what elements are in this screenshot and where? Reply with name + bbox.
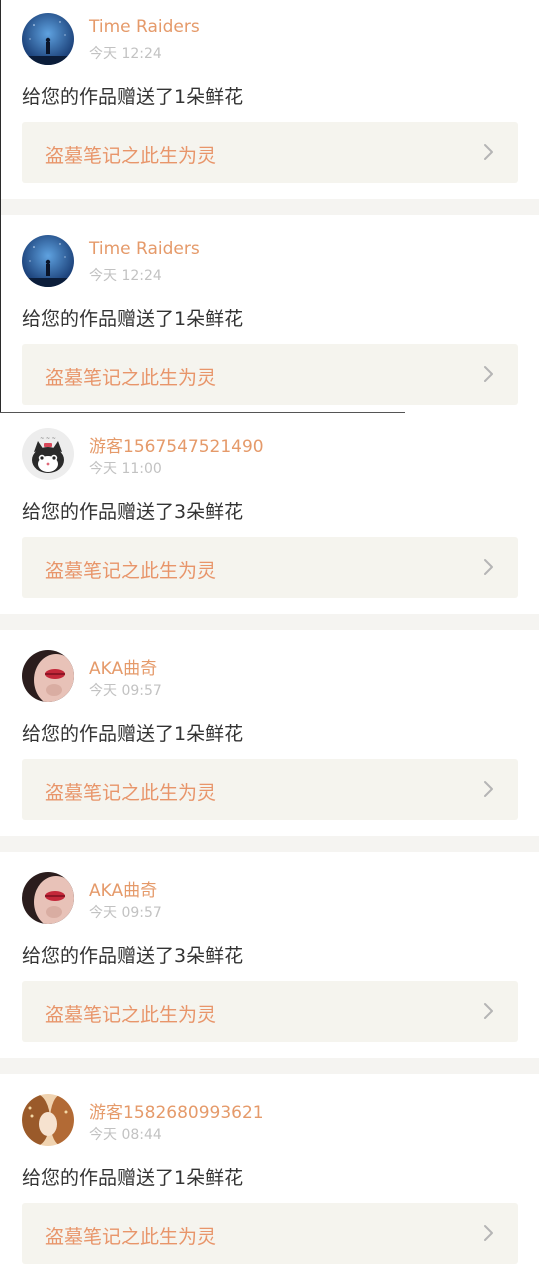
work-title: 盗墓笔记之此生为灵 [45, 145, 217, 167]
user-avatar[interactable] [22, 235, 74, 287]
cartoon-cat-avatar-icon: ~ ~ ~ [22, 428, 74, 480]
user-avatar[interactable]: ~ ~ ~ [22, 428, 74, 480]
chevron-right-icon [478, 142, 498, 162]
work-link-card[interactable]: 盗墓笔记之此生为灵 [22, 1203, 518, 1264]
user-avatar[interactable] [22, 872, 74, 924]
notification-item: AKA曲奇 今天 09:57 给您的作品赠送了3朵鲜花 盗墓笔记之此生为灵 [0, 859, 539, 1059]
gift-message: 给您的作品赠送了3朵鲜花 [22, 945, 244, 967]
portrait-avatar-icon [22, 1094, 74, 1146]
username[interactable]: 游客1582680993621 [89, 1098, 264, 1123]
notification-item: ~ ~ ~ 游客1567547521490 今天 11:00 给您的作品赠送了3… [0, 415, 539, 615]
night-sky-figure-avatar-icon [22, 13, 74, 65]
gift-message: 给您的作品赠送了3朵鲜花 [22, 501, 244, 523]
user-avatar[interactable] [22, 1094, 74, 1146]
gift-message: 给您的作品赠送了1朵鲜花 [22, 308, 244, 330]
night-sky-figure-avatar-icon [22, 235, 74, 287]
work-title: 盗墓笔记之此生为灵 [45, 782, 217, 804]
notification-item: Time Raiders 今天 12:24 给您的作品赠送了1朵鲜花 盗墓笔记之… [0, 222, 539, 422]
svg-text:~ ~ ~: ~ ~ ~ [40, 436, 56, 442]
chevron-right-icon [478, 1001, 498, 1021]
work-link-card[interactable]: 盗墓笔记之此生为灵 [22, 537, 518, 598]
gift-notification-feed: Time Raiders 今天 12:24 给您的作品赠送了1朵鲜花 盗墓笔记之… [0, 0, 539, 1280]
item-separator [0, 614, 539, 630]
chevron-right-icon [478, 364, 498, 384]
item-separator [0, 836, 539, 852]
work-link-card[interactable]: 盗墓笔记之此生为灵 [22, 122, 518, 183]
user-avatar[interactable] [22, 650, 74, 702]
lips-avatar-icon [22, 872, 74, 924]
gift-message: 给您的作品赠送了1朵鲜花 [22, 723, 244, 745]
username[interactable]: 游客1567547521490 [89, 432, 264, 457]
work-title: 盗墓笔记之此生为灵 [45, 560, 217, 582]
screenshot-edge-line [0, 0, 1, 413]
username[interactable]: Time Raiders [89, 239, 200, 259]
user-avatar[interactable] [22, 13, 74, 65]
screenshot-seam-line [0, 412, 405, 413]
timestamp: 今天 12:24 [89, 268, 162, 284]
notification-item: AKA曲奇 今天 09:57 给您的作品赠送了1朵鲜花 盗墓笔记之此生为灵 [0, 637, 539, 837]
work-title: 盗墓笔记之此生为灵 [45, 1004, 217, 1026]
gift-message: 给您的作品赠送了1朵鲜花 [22, 1167, 244, 1189]
lips-avatar-icon [22, 650, 74, 702]
work-link-card[interactable]: 盗墓笔记之此生为灵 [22, 344, 518, 405]
item-separator [0, 1058, 539, 1074]
item-separator [0, 199, 539, 215]
work-link-card[interactable]: 盗墓笔记之此生为灵 [22, 759, 518, 820]
timestamp: 今天 09:57 [89, 905, 162, 921]
work-link-card[interactable]: 盗墓笔记之此生为灵 [22, 981, 518, 1042]
work-title: 盗墓笔记之此生为灵 [45, 1226, 217, 1248]
chevron-right-icon [478, 779, 498, 799]
notification-item: 游客1582680993621 今天 08:44 给您的作品赠送了1朵鲜花 盗墓… [0, 1081, 539, 1280]
username[interactable]: Time Raiders [89, 17, 200, 37]
chevron-right-icon [478, 1223, 498, 1243]
notification-item: Time Raiders 今天 12:24 给您的作品赠送了1朵鲜花 盗墓笔记之… [0, 0, 539, 200]
username[interactable]: AKA曲奇 [89, 654, 157, 679]
timestamp: 今天 08:44 [89, 1127, 162, 1143]
chevron-right-icon [478, 557, 498, 577]
work-title: 盗墓笔记之此生为灵 [45, 367, 217, 389]
gift-message: 给您的作品赠送了1朵鲜花 [22, 86, 244, 108]
username[interactable]: AKA曲奇 [89, 876, 157, 901]
timestamp: 今天 11:00 [89, 461, 162, 477]
timestamp: 今天 12:24 [89, 46, 162, 62]
timestamp: 今天 09:57 [89, 683, 162, 699]
